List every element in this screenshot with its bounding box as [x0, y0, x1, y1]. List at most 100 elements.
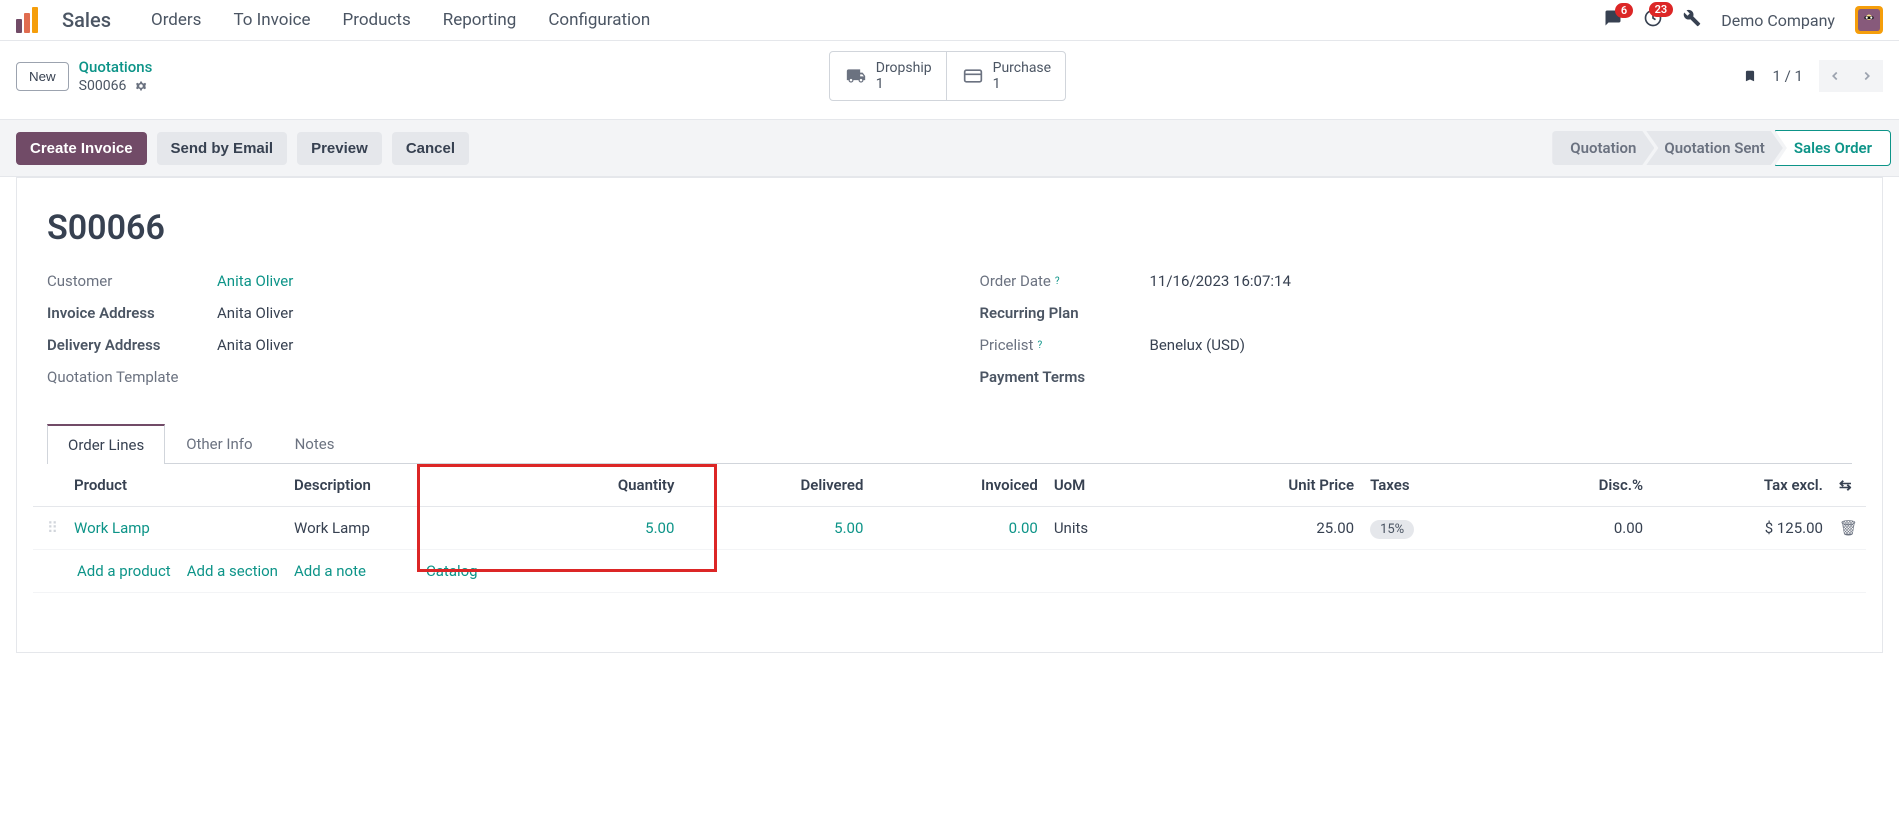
status-sales-order[interactable]: Sales Order	[1775, 130, 1891, 166]
chevron-right-icon	[1860, 69, 1874, 83]
tab-order-lines[interactable]: Order Lines	[47, 424, 165, 464]
cell-delivered[interactable]: 5.00	[682, 507, 871, 550]
cell-uom[interactable]: Units	[1046, 507, 1167, 550]
activities-icon[interactable]: 23	[1643, 8, 1663, 32]
drag-handle-icon[interactable]: ⠿	[33, 507, 66, 550]
catalog-link[interactable]: Catalog	[426, 562, 478, 580]
stat-dropship-label: Dropship	[876, 60, 932, 76]
breadcrumb-current: S00066	[79, 78, 153, 94]
cell-unit-price[interactable]: 25.00	[1166, 507, 1362, 550]
add-note-link[interactable]: Add a note	[294, 562, 366, 580]
order-title: S00066	[47, 208, 1852, 248]
nav-products[interactable]: Products	[343, 10, 411, 30]
stat-dropship-value: 1	[876, 76, 932, 92]
add-section-link[interactable]: Add a section	[187, 562, 278, 580]
tab-notes[interactable]: Notes	[274, 424, 356, 463]
tab-other-info[interactable]: Other Info	[165, 424, 273, 463]
table-spacer	[33, 592, 1866, 652]
line-actions: Add a product Add a section Add a note C…	[33, 550, 1866, 592]
stat-purchase-value: 1	[993, 76, 1051, 92]
pager-arrows	[1819, 60, 1883, 92]
th-handle	[33, 464, 66, 507]
customer-value[interactable]: Anita Oliver	[217, 272, 293, 290]
th-options[interactable]: ⇆	[1831, 464, 1866, 507]
invoice-address-value[interactable]: Anita Oliver	[217, 304, 293, 322]
table-row[interactable]: ⠿ Work Lamp Work Lamp 5.00 5.00 0.00 Uni…	[33, 507, 1866, 550]
send-email-button[interactable]: Send by Email	[157, 132, 288, 165]
th-product[interactable]: Product	[66, 464, 286, 507]
th-unit-price[interactable]: Unit Price	[1166, 464, 1362, 507]
columns-options-icon[interactable]: ⇆	[1839, 476, 1852, 494]
delivery-address-value[interactable]: Anita Oliver	[217, 336, 293, 354]
debug-icon[interactable]	[1683, 9, 1701, 31]
order-date-label: Order Date ?	[980, 272, 1150, 290]
delivery-address-label: Delivery Address	[47, 336, 217, 354]
nav-configuration[interactable]: Configuration	[548, 10, 650, 30]
notebook-tabs: Order Lines Other Info Notes	[47, 424, 1852, 464]
stat-dropship[interactable]: Dropship 1	[830, 52, 947, 100]
truck-icon	[844, 66, 868, 86]
nav-to-invoice[interactable]: To Invoice	[233, 10, 310, 30]
pager-next[interactable]	[1851, 60, 1883, 92]
help-icon[interactable]: ?	[1055, 276, 1060, 287]
cell-disc[interactable]: 0.00	[1506, 507, 1651, 550]
cell-taxes[interactable]: 15%	[1362, 507, 1506, 550]
topnav-left: Sales Orders To Invoice Products Reporti…	[16, 7, 650, 33]
company-name[interactable]: Demo Company	[1721, 11, 1835, 30]
status-quotation-sent[interactable]: Quotation Sent	[1646, 131, 1782, 165]
preview-button[interactable]: Preview	[297, 132, 382, 165]
stat-purchase[interactable]: Purchase 1	[947, 52, 1065, 100]
form-fields: Customer Anita Oliver Invoice Address An…	[47, 272, 1852, 400]
th-delivered[interactable]: Delivered	[682, 464, 871, 507]
cell-delete[interactable]: 🗑	[1831, 507, 1866, 550]
customer-label: Customer	[47, 272, 217, 290]
cell-quantity[interactable]: 5.00	[509, 507, 683, 550]
recurring-plan-label: Recurring Plan	[980, 304, 1150, 322]
th-disc[interactable]: Disc.%	[1506, 464, 1651, 507]
breadcrumb-parent[interactable]: Quotations	[79, 58, 153, 76]
pager-text[interactable]: 1 / 1	[1773, 67, 1804, 85]
status-bar: Quotation Quotation Sent Sales Order	[1552, 130, 1883, 166]
cell-description[interactable]: Work Lamp	[286, 507, 509, 550]
th-tax-excl[interactable]: Tax excl.	[1651, 464, 1831, 507]
pager-prev[interactable]	[1819, 60, 1851, 92]
nav-reporting[interactable]: Reporting	[443, 10, 517, 30]
fields-right-col: Order Date ? 11/16/2023 16:07:14 Recurri…	[980, 272, 1853, 400]
cancel-button[interactable]: Cancel	[392, 132, 469, 165]
user-avatar[interactable]	[1855, 6, 1883, 34]
trash-icon[interactable]: 🗑	[1839, 519, 1858, 537]
cell-product[interactable]: Work Lamp	[66, 507, 286, 550]
bookmark-icon[interactable]	[1743, 67, 1757, 85]
order-date-label-text: Order Date	[980, 272, 1051, 290]
nav-orders[interactable]: Orders	[151, 10, 201, 30]
th-invoiced[interactable]: Invoiced	[871, 464, 1045, 507]
th-description[interactable]: Description	[286, 464, 509, 507]
activities-badge: 23	[1649, 2, 1674, 17]
breadcrumb: Quotations S00066	[79, 58, 153, 94]
add-product-link[interactable]: Add a product	[77, 562, 171, 580]
payment-terms-label: Payment Terms	[980, 368, 1150, 386]
top-navbar: Sales Orders To Invoice Products Reporti…	[0, 0, 1899, 41]
app-title[interactable]: Sales	[62, 8, 111, 32]
order-date-value[interactable]: 11/16/2023 16:07:14	[1150, 272, 1291, 290]
cell-invoiced[interactable]: 0.00	[871, 507, 1045, 550]
app-logo-icon[interactable]	[16, 7, 38, 33]
th-taxes[interactable]: Taxes	[1362, 464, 1506, 507]
gear-icon[interactable]	[134, 79, 148, 93]
pricelist-value[interactable]: Benelux (USD)	[1150, 336, 1245, 354]
cell-tax-excl[interactable]: $ 125.00	[1651, 507, 1831, 550]
status-quotation[interactable]: Quotation	[1552, 131, 1654, 165]
th-quantity[interactable]: Quantity	[509, 464, 683, 507]
tax-badge: 15%	[1370, 520, 1414, 539]
messages-icon[interactable]: 6	[1603, 9, 1623, 31]
pricelist-label-text: Pricelist	[980, 336, 1034, 354]
th-uom[interactable]: UoM	[1046, 464, 1167, 507]
chevron-left-icon	[1828, 69, 1842, 83]
new-button[interactable]: New	[16, 62, 69, 91]
pricelist-label: Pricelist ?	[980, 336, 1150, 354]
invoice-address-label: Invoice Address	[47, 304, 217, 322]
help-icon[interactable]: ?	[1037, 340, 1042, 351]
quotation-template-label: Quotation Template	[47, 368, 217, 386]
create-invoice-button[interactable]: Create Invoice	[16, 132, 147, 165]
stat-purchase-label: Purchase	[993, 60, 1051, 76]
